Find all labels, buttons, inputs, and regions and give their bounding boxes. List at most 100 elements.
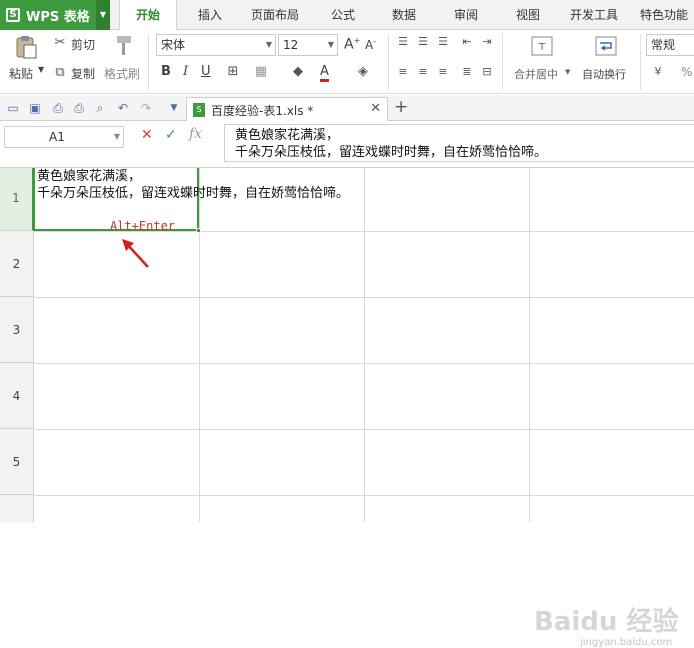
merge-dropdown-icon[interactable]: ▼	[565, 68, 570, 76]
name-box[interactable]: A1 ▼	[4, 126, 124, 148]
tab-insert[interactable]: 插入	[187, 0, 233, 30]
cancel-edit-icon[interactable]: ✕	[141, 127, 153, 143]
fill-pattern-icon[interactable]: ▦	[252, 64, 270, 79]
clear-format-icon[interactable]: ◈	[354, 64, 372, 79]
scissors-icon[interactable]: ✂	[52, 35, 68, 50]
increase-indent-icon[interactable]: ⇥	[480, 35, 494, 48]
document-tab-title: 百度经验-表1.xls *	[211, 104, 314, 118]
wrap-text-icon[interactable]	[594, 34, 618, 58]
close-icon[interactable]: ✕	[370, 101, 381, 116]
chevron-down-icon[interactable]: ▼	[114, 127, 120, 147]
font-color-icon[interactable]: A	[320, 64, 329, 82]
fill-handle[interactable]	[196, 228, 201, 233]
chevron-down-icon: ▼	[327, 40, 334, 49]
annotation-arrow-icon	[122, 239, 149, 268]
font-name-select[interactable]: 宋体 ▼	[156, 34, 276, 56]
row-header-1[interactable]: 1	[0, 165, 34, 231]
underline-button[interactable]: U	[201, 64, 211, 79]
number-format-value: 常规	[651, 38, 676, 52]
grid-line	[34, 297, 694, 298]
paste-dropdown-icon[interactable]: ▼	[38, 65, 44, 74]
number-format-select[interactable]: 常规	[646, 34, 694, 56]
chevron-down-icon: ▼	[265, 40, 272, 49]
name-box-value: A1	[49, 130, 65, 144]
cut-button[interactable]: 剪切	[71, 36, 95, 53]
document-tab-bar: ▭ ▣ ⎙ ⎙ ⌕ ↶ ↷ ▼ S 百度经验-表1.xls * ✕ +	[0, 95, 694, 121]
undo-icon[interactable]: ↶	[115, 100, 131, 116]
font-size-value: 12	[283, 38, 299, 52]
app-menu-dropdown-icon[interactable]: ▼	[96, 0, 110, 30]
fill-color-icon[interactable]: ◆	[289, 64, 307, 79]
spreadsheet-file-icon: S	[193, 103, 205, 117]
tab-data[interactable]: 数据	[381, 0, 427, 30]
row-header-4[interactable]: 4	[0, 363, 34, 429]
tab-review[interactable]: 审阅	[443, 0, 489, 30]
save-icon[interactable]: ▣	[27, 100, 43, 116]
align-top-icon[interactable]: ☰	[396, 35, 410, 48]
ribbon: 粘贴 ▼ ✂ 剪切 ⧉ 复制 格式刷 宋体 ▼ 12 ▼ A+ A- B I U…	[0, 30, 694, 94]
decrease-indent-icon[interactable]: ⇤	[460, 35, 474, 48]
copy-icon[interactable]: ⧉	[52, 65, 68, 80]
paste-button[interactable]: 粘贴	[9, 65, 33, 82]
grid-line	[34, 363, 694, 364]
app-name: WPS 表格	[26, 9, 90, 25]
border-icon[interactable]: ⊞	[224, 64, 242, 79]
italic-button[interactable]: I	[183, 64, 188, 79]
tab-page-layout[interactable]: 页面布局	[244, 0, 306, 30]
row-header-3[interactable]: 3	[0, 297, 34, 363]
tab-special[interactable]: 特色功能	[634, 0, 694, 30]
row-header-5[interactable]: 5	[0, 429, 34, 495]
baidu-watermark-url: jingyan.baidu.com	[580, 637, 673, 648]
quick-access-dropdown-icon[interactable]: ▼	[166, 100, 182, 116]
print-icon[interactable]: ⎙	[71, 100, 87, 116]
merge-center-button[interactable]: 合并居中	[514, 66, 558, 82]
format-painter-button[interactable]: 格式刷	[104, 65, 140, 82]
currency-format-icon[interactable]: ¥	[650, 65, 666, 78]
row-header-2[interactable]: 2	[0, 231, 34, 297]
font-name-value: 宋体	[161, 38, 186, 52]
ribbon-separator	[148, 34, 149, 90]
paste-icon[interactable]	[12, 34, 40, 60]
align-bottom-icon[interactable]: ☰	[436, 35, 450, 48]
ribbon-separator	[640, 34, 641, 90]
align-center-icon[interactable]: ≡	[416, 65, 430, 78]
font-shrink-icon[interactable]: A-	[365, 37, 376, 52]
document-tab[interactable]: S 百度经验-表1.xls * ✕	[186, 97, 388, 121]
new-tab-plus-icon[interactable]: +	[394, 97, 408, 117]
insert-function-icon[interactable]: fx	[189, 126, 202, 142]
align-middle-icon[interactable]: ☰	[416, 35, 430, 48]
baidu-watermark: Baidu 经验	[534, 607, 679, 637]
cell-a1-text: 黄色娘家花满溪， 千朵万朵压枝低，留连戏蝶时时舞，自在娇莺恰恰啼。	[37, 169, 350, 201]
wrap-text-button[interactable]: 自动换行	[582, 66, 626, 82]
justify-icon[interactable]: ≣	[460, 65, 474, 78]
percent-button[interactable]: %	[681, 65, 692, 79]
align-left-icon[interactable]: ≡	[396, 65, 410, 78]
export-pdf-icon[interactable]: ⎙	[50, 100, 66, 116]
align-right-icon[interactable]: ≡	[436, 65, 450, 78]
formula-input[interactable]: 黄色娘家花满溪， 千朵万朵压枝低，留连戏蝶时时舞，自在娇莺恰恰啼。	[224, 124, 694, 162]
distributed-icon[interactable]: ⊟	[480, 65, 494, 78]
grid-line	[199, 165, 200, 522]
print-preview-icon[interactable]: ⌕	[92, 100, 108, 116]
font-size-select[interactable]: 12 ▼	[278, 34, 338, 56]
tab-formula[interactable]: 公式	[320, 0, 366, 30]
row-header-6[interactable]	[0, 495, 34, 522]
merge-center-icon[interactable]: T	[530, 34, 554, 58]
confirm-edit-icon[interactable]: ✓	[165, 127, 177, 143]
tab-view[interactable]: 视图	[505, 0, 551, 30]
ribbon-separator	[388, 34, 389, 90]
tab-start[interactable]: 开始	[119, 0, 177, 31]
format-painter-icon[interactable]	[110, 32, 136, 58]
app-menu-button[interactable]: S WPS 表格 ▼	[0, 0, 110, 30]
grid-line	[364, 165, 365, 522]
folder-icon[interactable]: ▭	[5, 100, 21, 116]
bold-button[interactable]: B	[161, 64, 171, 79]
wps-logo-icon: S	[6, 8, 20, 22]
grid-line	[529, 165, 530, 522]
spreadsheet-grid[interactable]: A B C D 1 2 3 4 5 黄色娘家花满溪， 千朵万朵压枝低，留连戏蝶时…	[0, 147, 694, 648]
tab-developer[interactable]: 开发工具	[564, 0, 624, 30]
font-grow-icon[interactable]: A+	[344, 36, 360, 53]
formula-bar: A1 ▼ ✕ ✓ fx 黄色娘家花满溪， 千朵万朵压枝低，留连戏蝶时时舞，自在娇…	[0, 122, 694, 168]
redo-icon[interactable]: ↷	[138, 100, 154, 116]
copy-button[interactable]: 复制	[71, 65, 95, 82]
